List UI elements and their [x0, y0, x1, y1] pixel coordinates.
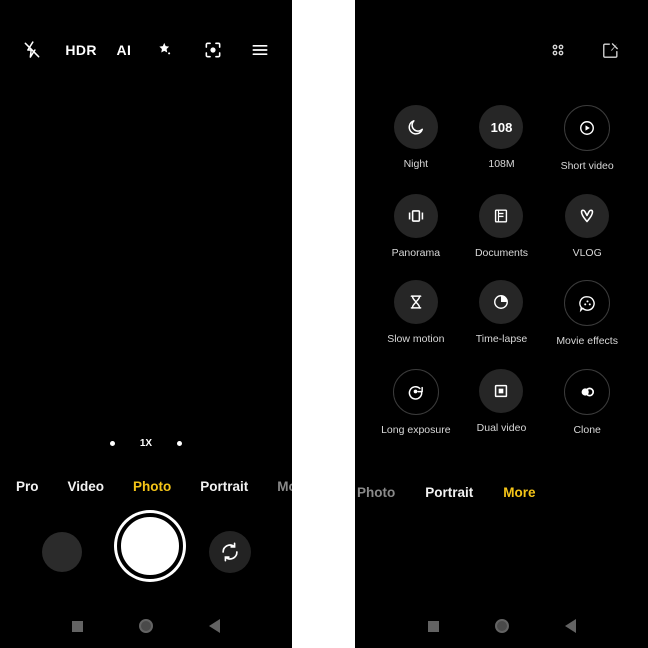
mode-item-108m[interactable]: 108 108M: [459, 105, 545, 172]
mode-item-short-video[interactable]: Short video: [544, 105, 630, 172]
mode-tab-photo[interactable]: Photo: [133, 480, 171, 494]
menu-icon[interactable]: [246, 36, 274, 64]
more-modes-grid: Night 108 108M Short video Panorama Docu…: [355, 105, 648, 435]
mode-label: Panorama: [391, 246, 441, 259]
mode-label: Slow motion: [387, 333, 445, 345]
more-tab-portrait[interactable]: Portrait: [425, 486, 473, 500]
mode-item-time-lapse[interactable]: Time-lapse: [459, 280, 545, 347]
more-tab-photo[interactable]: Photo: [357, 486, 395, 500]
hdr-button[interactable]: HDR: [65, 43, 97, 57]
camera-mode-tabs: Pro Video Photo Portrait More: [0, 472, 292, 502]
mode-tab-pro[interactable]: Pro: [16, 480, 39, 494]
mode-item-vlog[interactable]: VLOG: [544, 193, 630, 259]
screenshot-stage: HDR AI 1X Pro Video Photo Portrait M Nig…: [0, 0, 648, 648]
flash-off-icon[interactable]: [18, 36, 46, 64]
edit-modes-icon[interactable]: [598, 38, 622, 62]
mode-label: Movie effects: [556, 335, 618, 347]
mode-tab-more[interactable]: More: [277, 480, 292, 494]
shutter-button[interactable]: [117, 513, 183, 579]
mode-label: VLOG: [572, 246, 602, 259]
zoom-dot-right[interactable]: [177, 440, 182, 446]
zoom-dot-left[interactable]: [110, 440, 115, 446]
dual-video-icon: [479, 368, 524, 413]
mode-label: Long exposure: [381, 423, 451, 436]
camera-preview-area[interactable]: [0, 72, 292, 462]
mode-label: Dual video: [476, 421, 527, 434]
mode-item-night[interactable]: Night: [373, 105, 459, 172]
grid-layout-icon[interactable]: [546, 38, 570, 62]
mode-label: Documents: [474, 246, 529, 259]
mode-label: 108M: [488, 158, 515, 170]
gallery-thumbnail[interactable]: [42, 532, 82, 572]
panorama-icon: [393, 193, 438, 238]
android-navigation-bar-right: [355, 604, 648, 648]
back-triangle-button[interactable]: [564, 619, 576, 633]
recents-square-button[interactable]: [427, 620, 439, 632]
home-circle-button[interactable]: [494, 619, 509, 633]
more-screen-mode-tabs: Photo Portrait More: [355, 478, 648, 508]
home-circle-button[interactable]: [139, 619, 153, 633]
mode-label: Time-lapse: [475, 333, 528, 345]
android-navigation-bar-left: [0, 604, 292, 648]
moon-icon: [393, 105, 438, 149]
switch-camera-button[interactable]: [209, 531, 251, 573]
back-triangle-button[interactable]: [209, 619, 220, 633]
long-exposure-icon: [392, 368, 439, 415]
mode-item-panorama[interactable]: Panorama: [373, 193, 459, 259]
megapixel-108-icon: 108: [479, 105, 524, 149]
vlog-icon: [565, 193, 610, 238]
mode-label: Night: [403, 158, 429, 170]
ai-button[interactable]: AI: [117, 43, 132, 57]
movie-effects-icon: [564, 280, 611, 326]
mode-item-dual-video[interactable]: Dual video: [459, 368, 545, 436]
more-top-toolbar: [546, 30, 622, 70]
zoom-level-label[interactable]: 1X: [137, 438, 155, 449]
clone-icon: [564, 368, 611, 415]
timelapse-clock-icon: [479, 280, 524, 324]
capture-controls: [0, 512, 292, 592]
mode-tab-video[interactable]: Video: [68, 480, 105, 494]
mode-label: Short video: [560, 160, 614, 172]
hourglass-icon: [393, 280, 438, 324]
mode-item-long-exposure[interactable]: Long exposure: [373, 368, 459, 436]
viewfinder-top-toolbar: HDR AI: [0, 28, 292, 72]
zoom-control[interactable]: 1X: [0, 432, 292, 454]
mode-label: Clone: [573, 423, 601, 436]
mode-item-slow-motion[interactable]: Slow motion: [373, 280, 459, 347]
mode-item-movie-effects[interactable]: Movie effects: [544, 280, 630, 347]
google-lens-icon[interactable]: [199, 36, 227, 64]
mode-tab-portrait[interactable]: Portrait: [200, 480, 248, 494]
more-tab-more[interactable]: More: [503, 486, 535, 500]
mode-item-clone[interactable]: Clone: [544, 368, 630, 436]
document-icon: [479, 193, 524, 238]
beautify-wand-icon[interactable]: [151, 36, 179, 64]
recents-square-button[interactable]: [72, 620, 83, 632]
play-circle-icon: [564, 105, 611, 151]
more-modes-screen: Night 108 108M Short video Panorama Docu…: [355, 0, 648, 648]
mode-item-documents[interactable]: Documents: [459, 193, 545, 259]
camera-viewfinder-screen: HDR AI 1X Pro Video Photo Portrait M: [0, 0, 292, 648]
